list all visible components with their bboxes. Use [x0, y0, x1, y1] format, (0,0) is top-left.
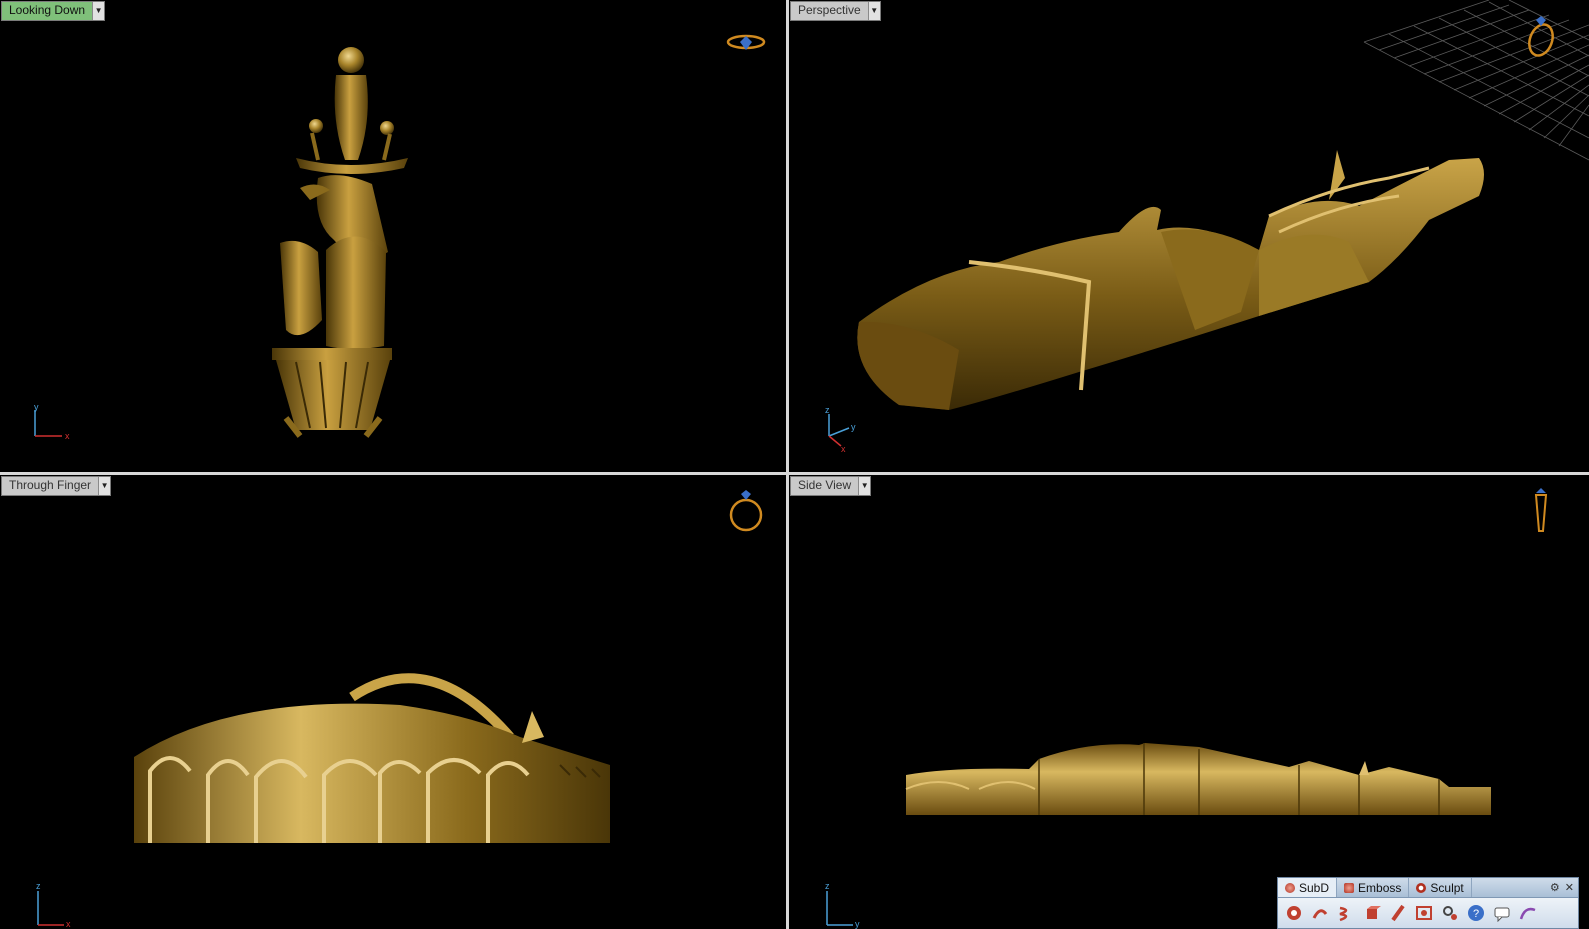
axis-indicator-icon: z y — [825, 881, 860, 929]
axis-label-a: z — [825, 881, 830, 891]
chevron-down-icon[interactable]: ▼ — [98, 477, 111, 495]
viewport-side-view[interactable]: Side View ▼ z y — [789, 475, 1589, 929]
emboss-icon — [1344, 882, 1355, 893]
viewport-perspective[interactable]: Perspective ▼ z y x — [789, 0, 1589, 472]
subd-box-icon[interactable] — [1362, 903, 1382, 923]
tab-label: Sculpt — [1430, 880, 1464, 895]
model-perspective-view[interactable] — [789, 0, 1589, 472]
viewport-title-tab[interactable]: Side View ▼ — [790, 476, 872, 496]
tab-sculpt[interactable]: Sculpt — [1409, 878, 1472, 897]
axis-label-a: z — [825, 405, 830, 415]
viewport-title-label: Perspective — [791, 2, 868, 20]
subd-convert-icon[interactable] — [1414, 903, 1434, 923]
help-icon[interactable]: ? — [1466, 903, 1486, 923]
axis-label-b: y — [855, 919, 860, 929]
subd-settings-icon[interactable] — [1440, 903, 1460, 923]
model-side-view[interactable] — [789, 475, 1589, 929]
axis-label-b: y — [851, 422, 856, 432]
chevron-down-icon[interactable]: ▼ — [92, 2, 105, 20]
gear-icon[interactable]: ⚙ — [1550, 881, 1560, 894]
viewport-through-finger[interactable]: Through Finger ▼ z x — [0, 475, 786, 929]
ring-view-icon — [1528, 16, 1554, 57]
viewport-title-tab[interactable]: Looking Down ▼ — [1, 1, 106, 21]
subd-pipe-icon[interactable] — [1388, 903, 1408, 923]
tab-label: SubD — [1299, 880, 1330, 895]
viewport-looking-down[interactable]: Looking Down ▼ y x — [0, 0, 786, 472]
tab-subd[interactable]: SubD — [1278, 878, 1338, 897]
toolbar-controls: ⚙ ✕ — [1550, 878, 1578, 897]
toolbar-tabs: SubD Emboss Sculpt ⚙ ✕ — [1278, 878, 1578, 898]
viewport-title-label: Looking Down — [2, 2, 93, 20]
subd-twist-icon[interactable] — [1336, 903, 1356, 923]
viewport-title-label: Through Finger — [2, 477, 99, 495]
subd-sphere-icon[interactable] — [1284, 903, 1304, 923]
tab-emboss[interactable]: Emboss — [1337, 878, 1410, 897]
ring-view-icon — [726, 34, 766, 50]
axis-label-b: x — [65, 431, 70, 441]
axis-label-a: y — [34, 402, 39, 412]
comment-icon[interactable] — [1492, 903, 1512, 923]
ring-view-icon — [729, 490, 763, 532]
axis-label-c: x — [841, 444, 846, 452]
chevron-down-icon[interactable]: ▼ — [867, 2, 880, 20]
viewport-title-tab[interactable]: Through Finger ▼ — [1, 476, 112, 496]
subd-icon — [1285, 882, 1295, 893]
viewport-splitter-vertical[interactable] — [786, 0, 789, 929]
tab-label: Emboss — [1358, 880, 1402, 895]
axis-label-a: z — [36, 881, 41, 891]
curve-tool-icon[interactable] — [1518, 903, 1538, 923]
close-icon[interactable]: ✕ — [1565, 881, 1574, 894]
chevron-down-icon[interactable]: ▼ — [858, 477, 871, 495]
axis-indicator-icon: y x — [34, 402, 70, 441]
axis-indicator-icon: z x — [36, 881, 71, 929]
viewport-title-label: Side View — [791, 477, 859, 495]
ring-view-icon — [1534, 488, 1548, 532]
model-front-view[interactable] — [0, 475, 786, 929]
subd-bend-icon[interactable] — [1310, 903, 1330, 923]
axis-label-b: x — [66, 919, 71, 929]
axis-indicator-icon: z y x — [825, 405, 856, 452]
sculpt-icon — [1416, 882, 1427, 893]
viewport-splitter-horizontal[interactable] — [0, 472, 1589, 475]
toolbar-tools: ? — [1278, 898, 1578, 928]
viewport-title-tab[interactable]: Perspective ▼ — [790, 1, 881, 21]
floating-toolbar[interactable]: SubD Emboss Sculpt ⚙ ✕ ? — [1277, 877, 1579, 929]
model-top-view[interactable] — [0, 0, 786, 472]
svg-text:?: ? — [1473, 908, 1479, 920]
